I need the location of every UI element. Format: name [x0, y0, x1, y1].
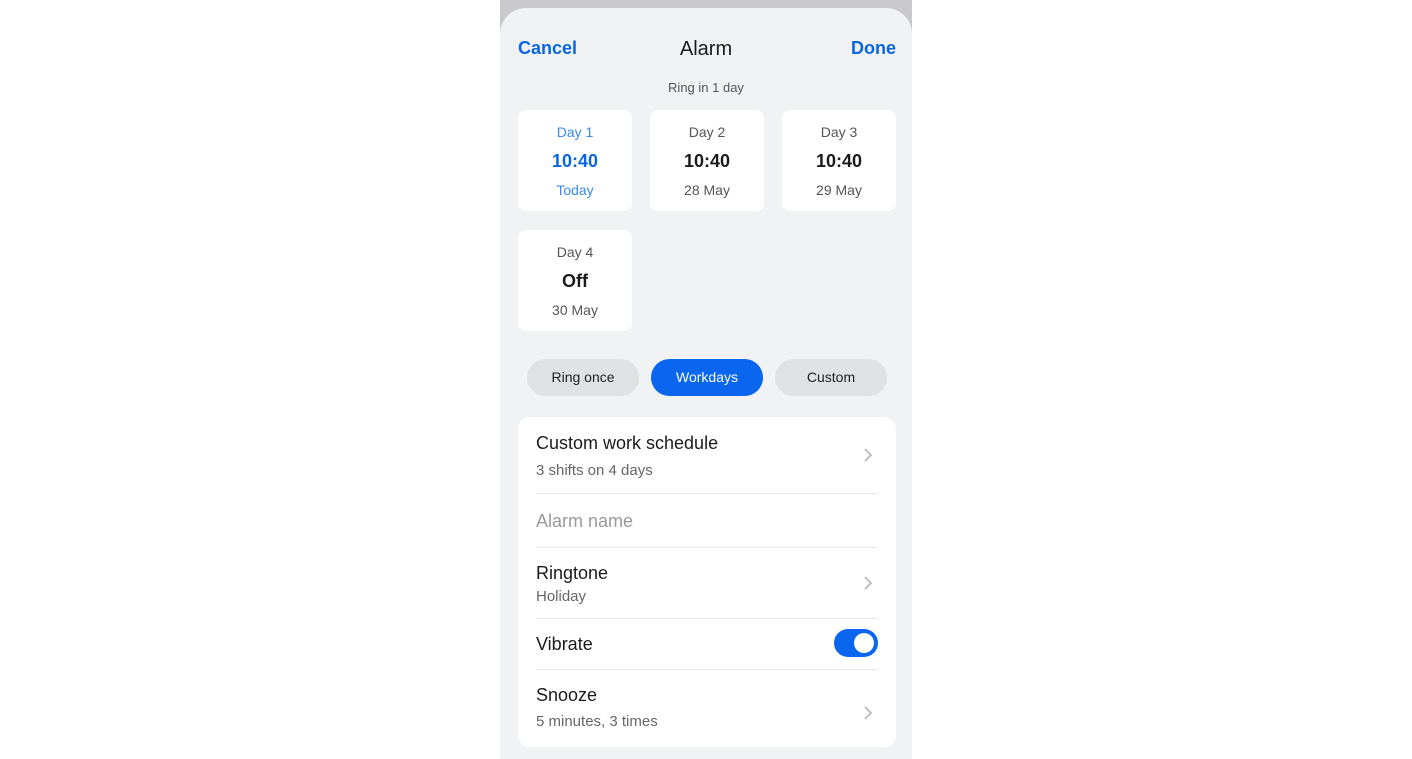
vibrate-toggle[interactable]	[834, 629, 878, 657]
day-time: 10:40	[551, 151, 599, 171]
day-time: 10:40	[815, 151, 863, 171]
ring-once-option[interactable]: Ring once	[527, 359, 639, 396]
done-button[interactable]: Done	[851, 38, 896, 59]
alarm-name-placeholder: Alarm name	[536, 511, 634, 531]
work-schedule-value: 3 shifts on 4 days	[536, 462, 653, 479]
ringtone-row[interactable]: Ringtone Holiday	[518, 548, 896, 618]
snooze-row[interactable]: Snooze 5 minutes, 3 times	[518, 670, 896, 747]
day-date: Today	[556, 182, 594, 198]
snooze-value: 5 minutes, 3 times	[536, 713, 658, 730]
day-card-4[interactable]: Day 4 Off 30 May	[518, 230, 632, 331]
work-schedule-title: Custom work schedule	[536, 433, 719, 453]
day-label: Day 3	[820, 124, 858, 140]
alarm-edit-sheet: Cancel Alarm Done Ring in 1 day Day 1 10…	[500, 8, 912, 759]
chevron-right-icon	[864, 448, 873, 462]
day-time: Off	[562, 271, 588, 291]
ring-countdown-text: Ring in 1 day	[668, 80, 744, 95]
day-card-2[interactable]: Day 2 10:40 28 May	[650, 110, 764, 211]
day-date: 29 May	[816, 182, 862, 198]
chevron-right-icon	[864, 706, 873, 720]
vibrate-title: Vibrate	[536, 634, 593, 654]
day-card-3[interactable]: Day 3 10:40 29 May	[782, 110, 896, 211]
day-label: Day 2	[688, 124, 726, 140]
alarm-name-field[interactable]: Alarm name	[518, 494, 896, 547]
day-time: 10:40	[683, 151, 731, 171]
day-card-1[interactable]: Day 1 10:40 Today	[518, 110, 632, 211]
custom-option[interactable]: Custom	[775, 359, 887, 396]
header: Cancel Alarm Done Ring in 1 day	[500, 8, 912, 95]
workdays-option[interactable]: Workdays	[651, 359, 763, 396]
day-date: 28 May	[684, 182, 730, 198]
phone-screen: Cancel Alarm Done Ring in 1 day Day 1 10…	[500, 0, 912, 759]
chevron-right-icon	[864, 576, 873, 590]
day-label: Day 1	[556, 124, 594, 140]
settings-card: Custom work schedule 3 shifts on 4 days …	[518, 417, 896, 747]
ringtone-title: Ringtone	[536, 563, 609, 583]
ringtone-value: Holiday	[536, 588, 587, 605]
day-label: Day 4	[556, 244, 594, 260]
vibrate-row: Vibrate	[518, 619, 896, 669]
snooze-title: Snooze	[536, 685, 598, 705]
custom-work-schedule-row[interactable]: Custom work schedule 3 shifts on 4 days	[518, 417, 896, 493]
toggle-knob	[854, 633, 874, 653]
day-date: 30 May	[552, 302, 598, 318]
